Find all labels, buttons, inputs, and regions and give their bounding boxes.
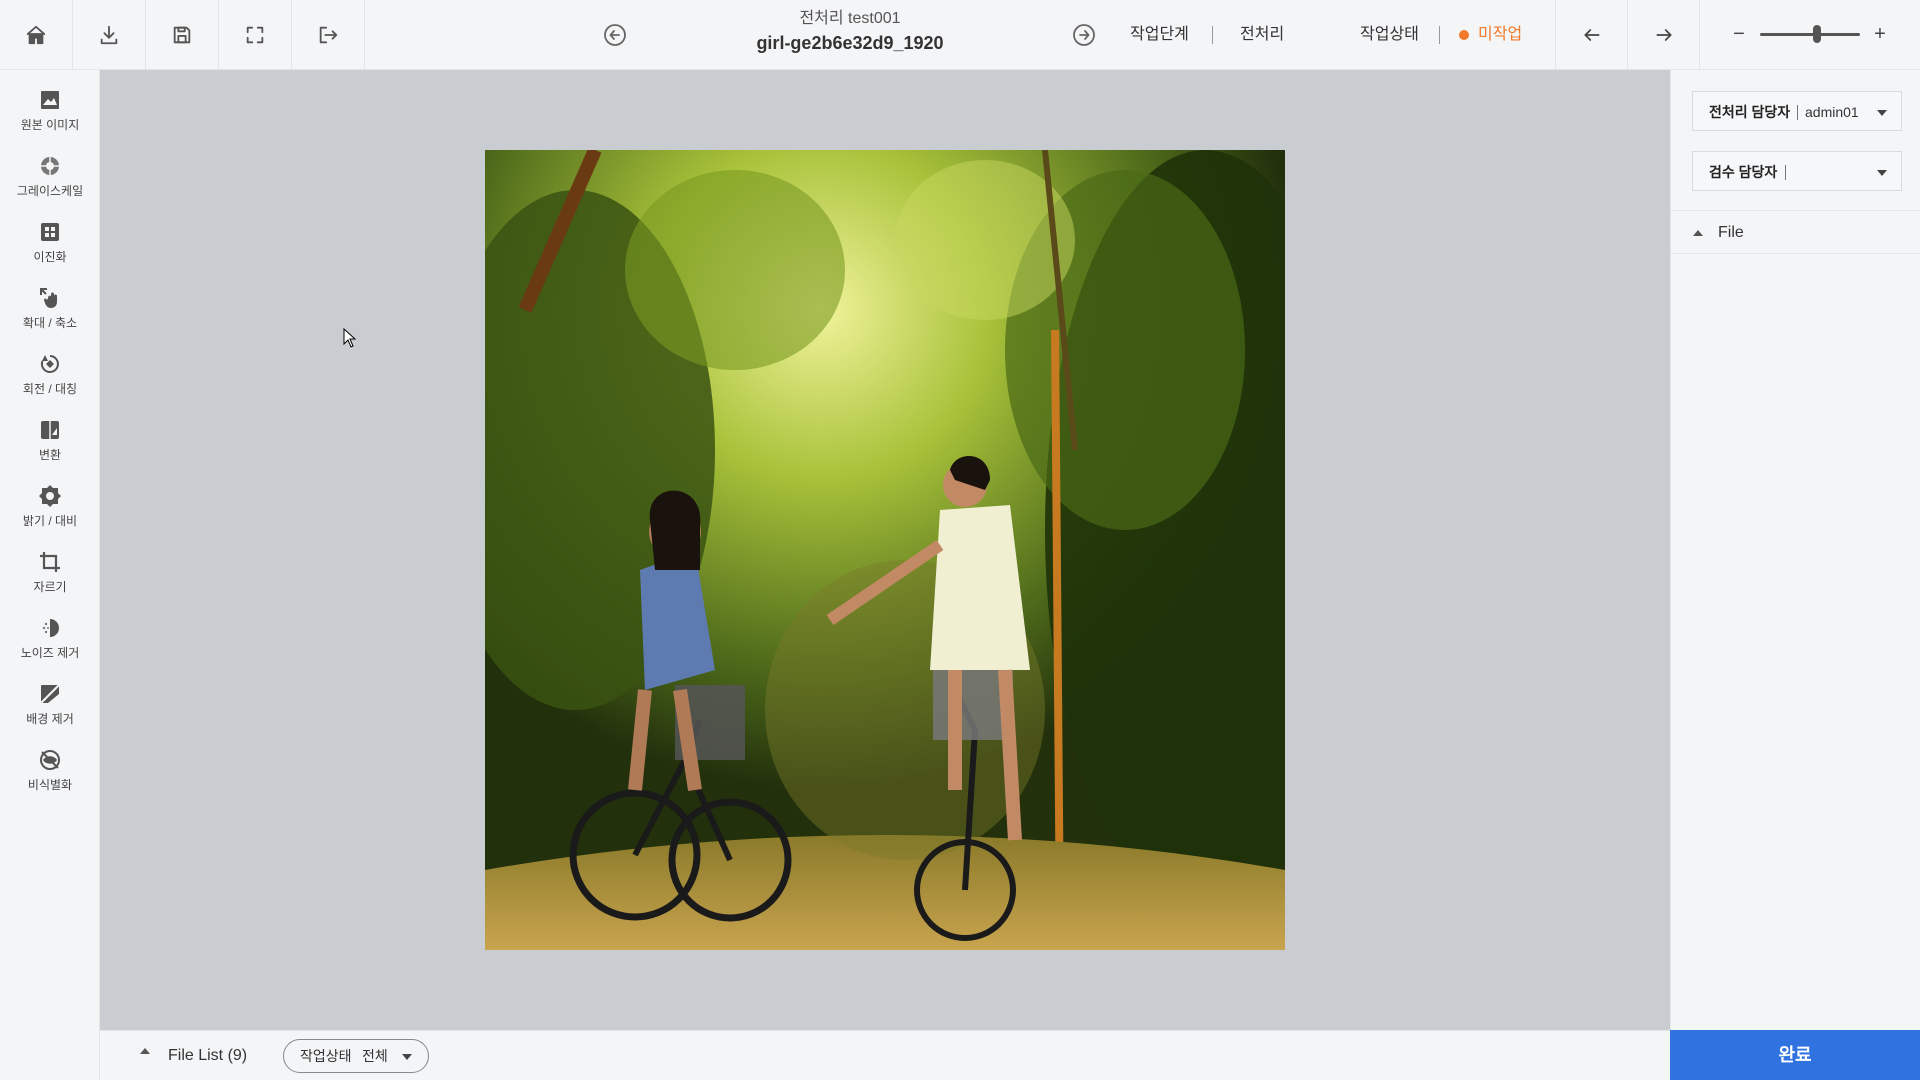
caret-down-icon [1877, 110, 1887, 116]
preprocess-manager-label: 전처리 담당자 [1709, 104, 1791, 120]
project-name: 전처리 test001 [799, 10, 901, 27]
tool-binarize[interactable]: 이진화 [0, 220, 100, 286]
top-toolbar: 전처리 test001 girl-ge2b6e32d9_1920 작업단계 전처… [0, 0, 1920, 70]
tool-convert[interactable]: 변환 [0, 418, 100, 484]
filter-value: 전체 [362, 1048, 388, 1064]
zoom-in-button[interactable]: + [1870, 20, 1890, 48]
divider [1439, 26, 1440, 44]
fullscreen-button[interactable] [219, 0, 292, 70]
tool-label: 자르기 [33, 580, 67, 594]
working-image[interactable] [485, 150, 1285, 950]
status-dot [1459, 30, 1469, 40]
remove-background-icon [38, 682, 62, 706]
file-name: girl-ge2b6e32d9_1920 [756, 33, 944, 53]
convert-icon [38, 418, 62, 442]
tool-crop[interactable]: 자르기 [0, 550, 100, 616]
tool-deidentify[interactable]: 비식별화 [0, 748, 100, 814]
exit-icon [319, 26, 338, 44]
status-filter-dropdown[interactable]: 작업상태 전체 [283, 1039, 429, 1073]
home-button[interactable] [0, 0, 73, 70]
status-label: 작업상태 [1360, 26, 1419, 43]
file-section-header[interactable]: File [1671, 210, 1920, 254]
divider [1212, 26, 1213, 44]
preprocess-manager-value: admin01 [1805, 104, 1859, 120]
tool-denoise[interactable]: 노이즈 제거 [0, 616, 100, 682]
stage-value: 전처리 [1240, 26, 1285, 43]
tool-rotate[interactable]: 회전 / 대칭 [0, 352, 100, 418]
binarize-icon [38, 220, 62, 244]
tool-remove-background[interactable]: 배경 제거 [0, 682, 100, 748]
next-file-button[interactable] [1072, 23, 1096, 47]
exit-button[interactable] [292, 0, 365, 70]
fullscreen-icon [246, 26, 264, 44]
image-icon [38, 88, 62, 112]
mouse-cursor-icon [343, 328, 357, 348]
stage-label: 작업단계 [1130, 26, 1189, 43]
grayscale-icon [38, 154, 62, 178]
redo-button[interactable] [1627, 0, 1699, 70]
save-button[interactable] [146, 0, 219, 70]
file-list-label[interactable]: File List (9) [168, 1045, 247, 1067]
file-section-title: File [1718, 224, 1744, 241]
filter-label: 작업상태 [300, 1048, 352, 1064]
divider [1785, 165, 1786, 180]
undo-button[interactable] [1555, 0, 1627, 70]
tool-brightness[interactable]: 밝기 / 대비 [0, 484, 100, 550]
tool-label: 밝기 / 대비 [22, 514, 78, 528]
tool-label: 원본 이미지 [20, 118, 80, 132]
tool-original-image[interactable]: 원본 이미지 [0, 88, 100, 154]
zoom-slider-handle[interactable] [1813, 25, 1821, 43]
tool-label: 변환 [38, 448, 62, 462]
rotate-icon [38, 352, 62, 376]
brightness-icon [38, 484, 62, 508]
tool-label: 확대 / 축소 [22, 316, 78, 330]
download-icon [100, 25, 118, 45]
caret-down-icon [402, 1054, 412, 1060]
tool-label: 그레이스케일 [16, 184, 84, 198]
arrow-right-icon [1656, 29, 1671, 41]
file-list-bar: File List (9) 작업상태 전체 [100, 1030, 1670, 1080]
crop-icon [38, 550, 62, 574]
arrow-left-icon [1584, 29, 1599, 41]
tool-sidebar: 원본 이미지 그레이스케일 이진화 확대 / 축소 회전 / 대칭 변환 밝기 … [0, 70, 100, 1080]
caret-down-icon [1877, 170, 1887, 176]
zoom-slider-track[interactable] [1760, 33, 1860, 36]
save-icon [173, 26, 191, 44]
tool-grayscale[interactable]: 그레이스케일 [0, 154, 100, 220]
title-block: 전처리 test001 girl-ge2b6e32d9_1920 [700, 8, 1000, 56]
deidentify-icon [38, 748, 62, 772]
inspect-manager-label: 검수 담당자 [1709, 164, 1778, 180]
home-icon [26, 25, 46, 45]
caret-up-icon [1693, 230, 1703, 236]
arrow-right-circle-icon [1073, 24, 1095, 46]
zoom-out-button[interactable]: − [1729, 20, 1749, 48]
tool-label: 비식별화 [27, 778, 73, 792]
caret-up-icon[interactable] [140, 1048, 150, 1054]
tool-label: 노이즈 제거 [20, 646, 80, 660]
zoom-hand-icon [38, 286, 62, 310]
right-panel: 전처리 담당자 admin01 검수 담당자 File [1670, 70, 1920, 1030]
preprocess-manager-select[interactable]: 전처리 담당자 admin01 [1692, 91, 1902, 131]
tool-label: 배경 제거 [26, 712, 74, 726]
arrow-left-circle-icon [604, 24, 626, 46]
previous-file-button[interactable] [603, 23, 627, 47]
denoise-icon [38, 616, 62, 640]
status-value: 미작업 [1478, 26, 1523, 43]
photo-illustration [485, 150, 1285, 950]
tool-label: 회전 / 대칭 [22, 382, 78, 396]
download-button[interactable] [73, 0, 146, 70]
complete-button[interactable]: 완료 [1670, 1030, 1920, 1080]
tool-zoom[interactable]: 확대 / 축소 [0, 286, 100, 352]
tool-label: 이진화 [33, 250, 67, 264]
inspect-manager-select[interactable]: 검수 담당자 [1692, 151, 1902, 191]
image-canvas[interactable] [100, 70, 1670, 1030]
divider [1797, 105, 1798, 120]
